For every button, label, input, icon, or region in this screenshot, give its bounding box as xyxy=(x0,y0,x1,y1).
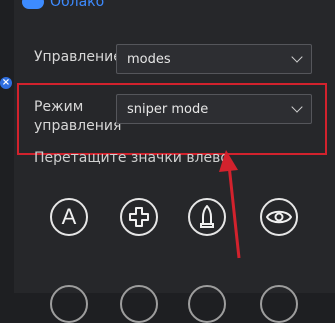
letter-a-icon: A xyxy=(61,204,77,229)
chevron-down-icon xyxy=(291,51,303,63)
drag-hint: Перетащите значки влево xyxy=(34,150,229,166)
bullet-icon xyxy=(200,205,214,228)
highlight-box xyxy=(17,83,327,155)
letter-a-button[interactable]: A xyxy=(50,198,88,236)
partial-button[interactable] xyxy=(50,285,88,323)
partial-button[interactable] xyxy=(260,285,298,323)
eye-button[interactable] xyxy=(260,198,298,236)
cloud-toggle[interactable]: Облако xyxy=(22,0,104,10)
partial-button[interactable] xyxy=(188,285,226,323)
control-select-value: modes xyxy=(127,51,171,67)
close-icon[interactable]: × xyxy=(0,77,12,89)
toggle-icon xyxy=(22,0,44,9)
dpad-button[interactable] xyxy=(120,198,158,236)
eye-icon xyxy=(266,210,292,224)
cloud-label: Облако xyxy=(50,0,105,10)
partial-button[interactable] xyxy=(120,285,158,323)
control-label: Управление xyxy=(34,49,122,65)
bullet-button[interactable] xyxy=(188,198,226,236)
dpad-icon xyxy=(129,207,149,227)
control-select[interactable]: modes xyxy=(116,44,312,74)
